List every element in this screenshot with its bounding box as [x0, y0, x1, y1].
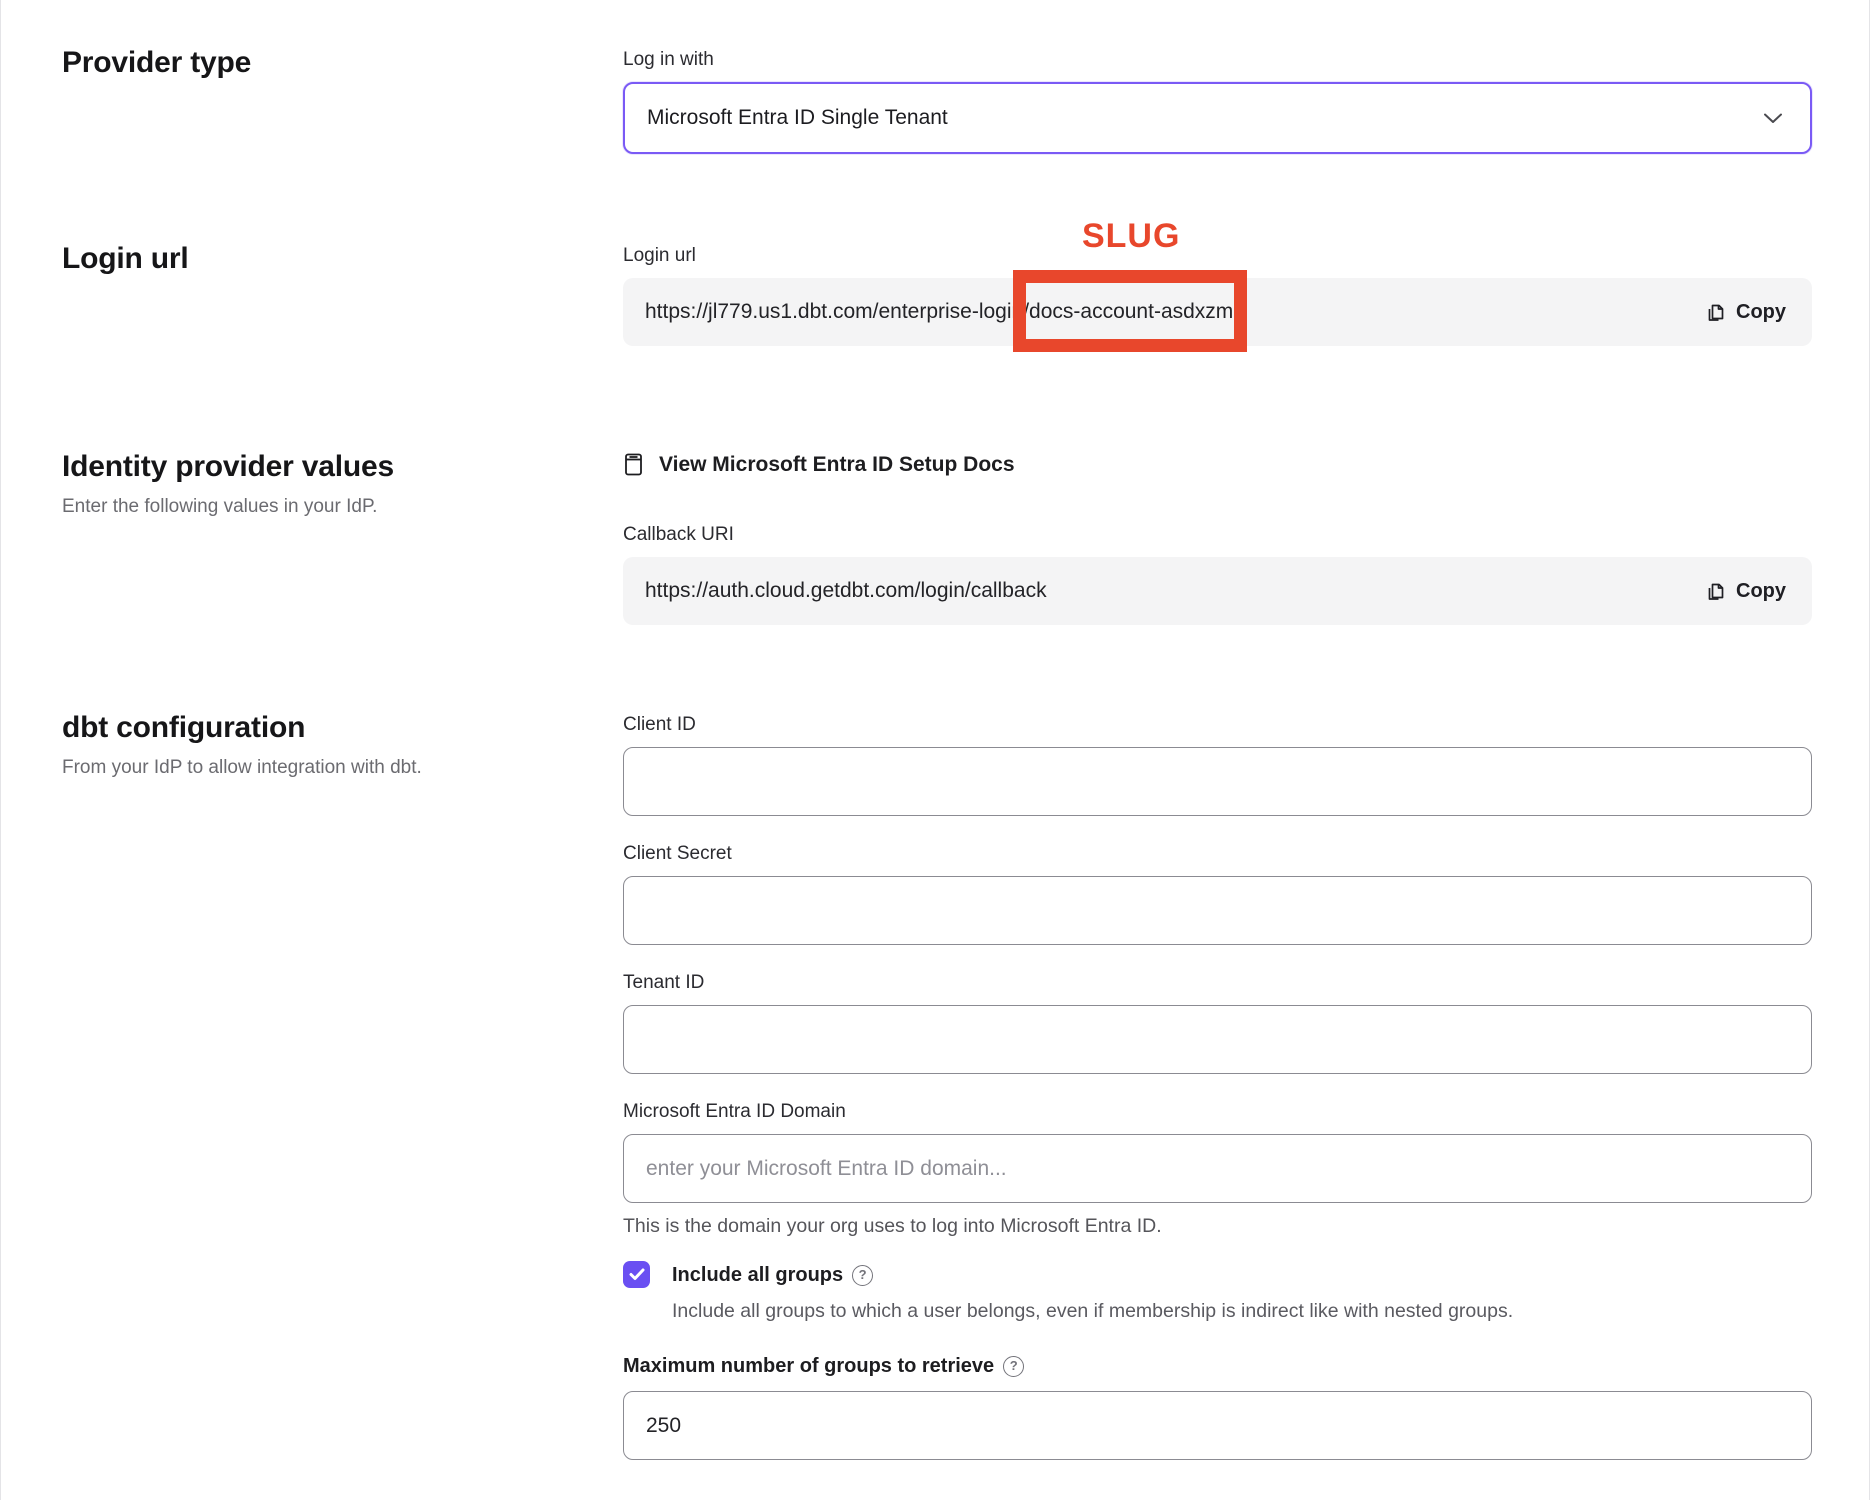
login-url-slug: docs-account-asdxzm: [1029, 300, 1233, 323]
login-url-prefix: https://jl779.us1.dbt.com/enterprise-log…: [645, 300, 1029, 323]
provider-type-heading: Provider type: [62, 46, 623, 80]
help-icon[interactable]: ?: [852, 1265, 873, 1286]
chevron-down-icon: [1762, 111, 1784, 125]
slug-annotation-label: SLUG: [1082, 217, 1180, 256]
provider-select[interactable]: Microsoft Entra ID Single Tenant: [623, 82, 1812, 154]
entra-domain-group: Microsoft Entra ID Domain This is the do…: [623, 1098, 1812, 1238]
identity-provider-subtitle: Enter the following values in your IdP.: [62, 496, 623, 518]
max-groups-label-row: Maximum number of groups to retrieve ?: [623, 1351, 1024, 1381]
max-groups-group: Maximum number of groups to retrieve ?: [623, 1351, 1812, 1460]
copy-icon: [1705, 302, 1726, 323]
callback-uri-label: Callback URI: [623, 521, 1812, 549]
provider-type-right-column: Log in with Microsoft Entra ID Single Te…: [623, 46, 1812, 154]
help-icon[interactable]: ?: [1003, 1356, 1024, 1377]
section-dbt-configuration: dbt configuration From your IdP to allow…: [1, 711, 1812, 1460]
dbt-configuration-right-column: Client ID Client Secret Tenant ID Micros…: [623, 711, 1812, 1460]
callback-uri-field: https://auth.cloud.getdbt.com/login/call…: [623, 557, 1812, 625]
section-login-url: Login url Login url https://jl779.us1.db…: [1, 242, 1812, 346]
entra-domain-helper-text: This is the domain your org uses to log …: [623, 1215, 1812, 1238]
login-url-right-column: Login url https://jl779.us1.dbt.com/ente…: [623, 242, 1812, 346]
entra-domain-label: Microsoft Entra ID Domain: [623, 1098, 1812, 1126]
tenant-id-group: Tenant ID: [623, 969, 1812, 1074]
client-secret-label: Client Secret: [623, 840, 1812, 868]
login-url-copy-button[interactable]: Copy: [1703, 295, 1788, 330]
dbt-configuration-heading: dbt configuration: [62, 711, 623, 745]
setup-docs-link-label: View Microsoft Entra ID Setup Docs: [659, 453, 1015, 477]
dbt-configuration-left-column: dbt configuration From your IdP to allow…: [1, 711, 623, 779]
include-all-groups-text: Include all groups ?: [672, 1260, 873, 1290]
tenant-id-label: Tenant ID: [623, 969, 1812, 997]
sso-settings-page: Provider type Log in with Microsoft Entr…: [0, 0, 1870, 1500]
section-identity-provider: Identity provider values Enter the follo…: [1, 450, 1812, 625]
provider-type-left-column: Provider type: [1, 46, 623, 80]
client-id-input[interactable]: [623, 747, 1812, 816]
max-groups-input[interactable]: [623, 1391, 1812, 1460]
include-all-groups-description: Include all groups to which a user belon…: [672, 1300, 1812, 1323]
login-url-field-label: Login url: [623, 242, 1812, 270]
section-provider-type: Provider type Log in with Microsoft Entr…: [1, 46, 1812, 154]
login-url-field: https://jl779.us1.dbt.com/enterprise-log…: [623, 278, 1812, 346]
client-id-label: Client ID: [623, 711, 1812, 739]
identity-provider-heading: Identity provider values: [62, 450, 623, 484]
login-url-left-column: Login url: [1, 242, 623, 276]
checkmark-icon: [629, 1268, 645, 1281]
callback-uri-group: Callback URI https://auth.cloud.getdbt.c…: [623, 521, 1812, 625]
login-url-slug-wrap: SLUGdocs-account-asdxzm: [1029, 300, 1233, 324]
tenant-id-input[interactable]: [623, 1005, 1812, 1074]
include-all-groups-row: Include all groups ?: [623, 1260, 1812, 1290]
include-all-groups-label-row: Include all groups ?: [672, 1260, 873, 1290]
login-url-heading: Login url: [62, 242, 623, 276]
identity-provider-right-column: View Microsoft Entra ID Setup Docs Callb…: [623, 450, 1812, 625]
identity-provider-left-column: Identity provider values Enter the follo…: [1, 450, 623, 518]
copy-icon: [1705, 581, 1726, 602]
client-secret-group: Client Secret: [623, 840, 1812, 945]
client-id-group: Client ID: [623, 711, 1812, 816]
login-with-label: Log in with: [623, 46, 1812, 74]
include-all-groups-checkbox[interactable]: [623, 1261, 650, 1288]
callback-uri-copy-button[interactable]: Copy: [1703, 574, 1788, 609]
provider-select-value: Microsoft Entra ID Single Tenant: [647, 106, 948, 130]
book-icon: [623, 452, 645, 478]
max-groups-label: Maximum number of groups to retrieve: [623, 1351, 994, 1381]
setup-docs-link[interactable]: View Microsoft Entra ID Setup Docs: [623, 452, 1015, 478]
copy-button-label: Copy: [1736, 580, 1786, 603]
copy-button-label: Copy: [1736, 301, 1786, 324]
client-secret-input[interactable]: [623, 876, 1812, 945]
dbt-configuration-subtitle: From your IdP to allow integration with …: [62, 757, 623, 779]
login-url-value: https://jl779.us1.dbt.com/enterprise-log…: [645, 300, 1233, 324]
callback-uri-value: https://auth.cloud.getdbt.com/login/call…: [645, 579, 1047, 603]
include-all-groups-label: Include all groups: [672, 1260, 843, 1290]
entra-domain-input[interactable]: [623, 1134, 1812, 1203]
